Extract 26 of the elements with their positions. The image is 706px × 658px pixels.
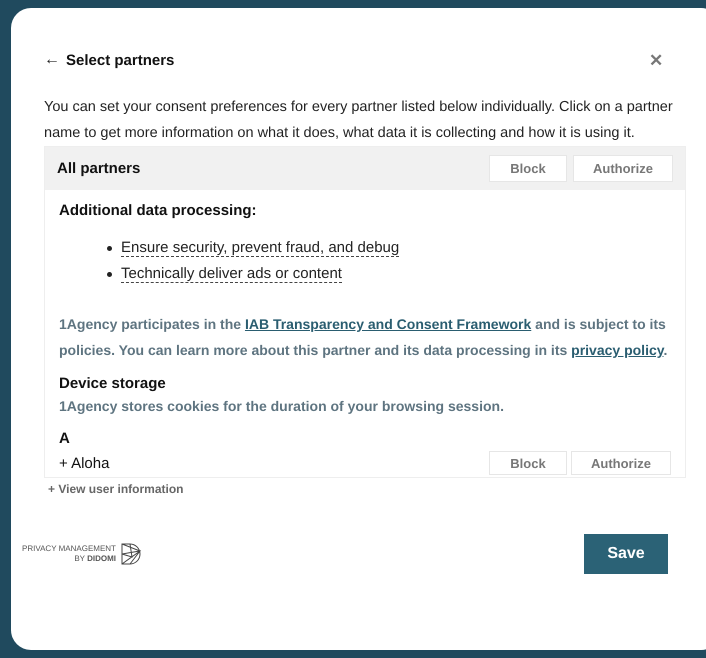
bullet-icon: [107, 272, 112, 276]
consent-button[interactable]: Block: [489, 451, 567, 475]
dialog-title: Select partners: [66, 52, 176, 68]
purpose-link[interactable]: Ensure security, prevent fraud, and debug: [121, 239, 400, 257]
purpose-link[interactable]: Technically deliver ads or content: [121, 265, 342, 283]
section-heading: Additional data processing:: [59, 202, 258, 219]
all-partners-label: All partners: [57, 160, 142, 177]
storage-text: 1Agency stores cookies for the duration of your browsing session.: [59, 398, 505, 414]
close-icon[interactable]: ✕: [649, 50, 663, 70]
brand-text: BY DIDOMI: [74, 554, 116, 564]
bullet-icon: [107, 246, 112, 250]
brand-text: PRIVACY MANAGEMENT: [22, 544, 116, 554]
policy-text: 1Agency participates in the IAB Transparency and Consent Framework and is subject to its policies. You can learn more about this partner and its data processing in its privacy policy.: [59, 315, 668, 360]
consent-button[interactable]: Authorize: [573, 155, 673, 182]
consent-button[interactable]: Block: [489, 155, 567, 182]
letter-heading: A: [59, 430, 71, 447]
view-user-info-link[interactable]: + View user information: [48, 482, 681, 496]
policy-link[interactable]: IAB Transparency and Consent Framework: [244, 316, 532, 332]
logo-icon: [120, 542, 144, 566]
consent-button[interactable]: Authorize: [571, 451, 671, 475]
policy-link[interactable]: privacy policy: [571, 342, 664, 358]
intro-text: You can set your consent preferences for every partner listed below individually. Click on a partner name to get more information on what it does, what data it is collecting and how it is using it.: [44, 98, 674, 143]
section-heading: Device storage: [59, 375, 167, 392]
partner-name[interactable]: + Aloha: [59, 454, 485, 472]
save-button[interactable]: Save: [584, 534, 668, 574]
back-arrow[interactable]: ←: [44, 51, 60, 69]
